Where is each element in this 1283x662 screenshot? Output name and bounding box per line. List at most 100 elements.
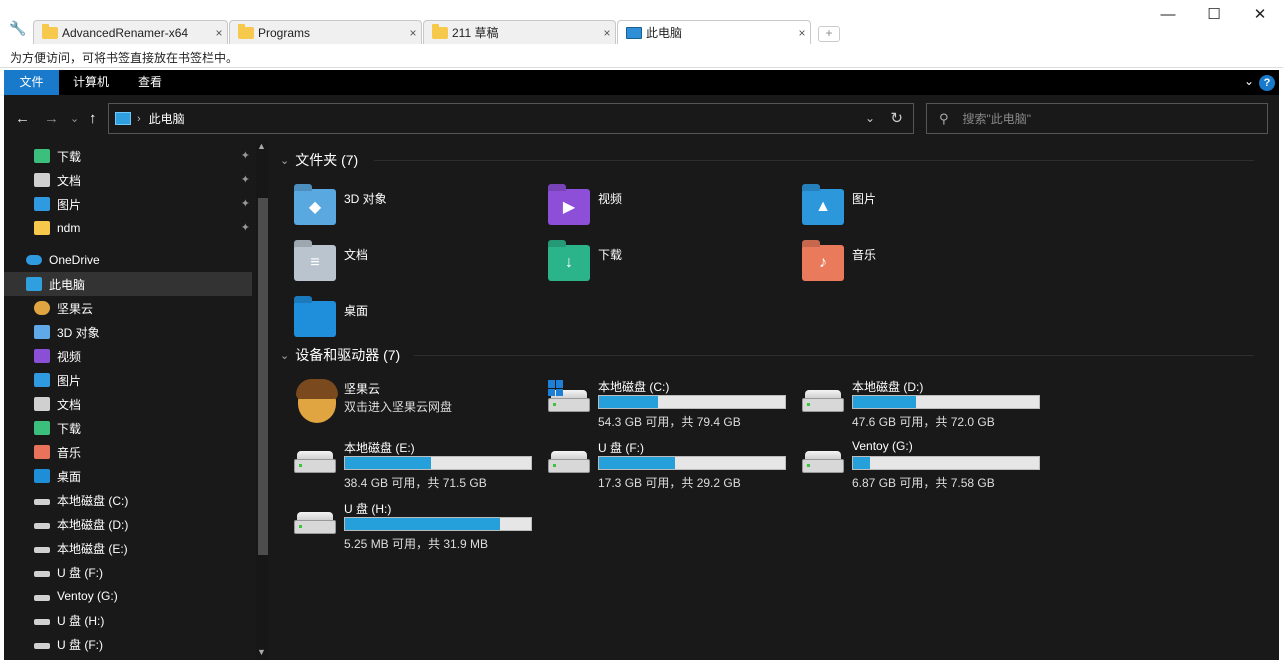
drive-tile[interactable]: U 盘 (F:) 17.3 GB 可用，共 29.2 GB (528, 436, 786, 492)
tab-close-icon[interactable]: × (211, 26, 227, 40)
scrollbar-thumb[interactable] (258, 198, 268, 555)
sidebar-item-label: 坚果云 (57, 301, 94, 316)
pin-icon[interactable]: ✦ (241, 149, 250, 162)
sidebar-item-pc-child[interactable]: 音乐 (4, 440, 252, 464)
sidebar-item-pc-child[interactable]: 本地磁盘 (E:) (4, 536, 252, 560)
sidebar-item-quick-access[interactable]: 文档 ✦ (4, 168, 252, 192)
folder-tile[interactable]: ▶ 视频 (528, 183, 768, 231)
sidebar-item-pc-child[interactable]: U 盘 (F:) (4, 560, 252, 584)
sidebar-item-onedrive[interactable]: OneDrive (4, 248, 252, 272)
search-input[interactable]: ⚲ 搜索"此电脑" (926, 103, 1268, 134)
sidebar-item-pc-child[interactable]: 3D 对象 (4, 320, 252, 344)
drive-tile[interactable]: 本地磁盘 (D:) 47.6 GB 可用，共 72.0 GB (782, 375, 1040, 431)
sidebar-item-pc-child[interactable]: 本地磁盘 (D:) (4, 512, 252, 536)
pin-icon[interactable]: ✦ (241, 197, 250, 210)
sidebar-item-quick-access[interactable]: 图片 ✦ (4, 192, 252, 216)
drive-name: 本地磁盘 (C:) (598, 380, 670, 394)
sidebar-item-pc-child[interactable]: 图片 (4, 368, 252, 392)
breadcrumb-this-pc[interactable]: 此电脑 (149, 110, 185, 127)
wrench-icon[interactable]: 🔧 (9, 20, 26, 36)
refresh-icon[interactable]: ↻ (890, 109, 903, 127)
recent-locations-button[interactable]: ⌄ (70, 112, 79, 125)
sidebar-item-pc-child[interactable]: 视频 (4, 344, 252, 368)
drive-icon (802, 390, 844, 412)
nutstore-item[interactable]: 坚果云 双击进入坚果云网盘 (274, 375, 526, 431)
drive-usage-bar (344, 456, 532, 470)
sidebar-item-pc-child[interactable]: 坚果云 (4, 296, 252, 320)
minimize-button[interactable]: — (1145, 3, 1191, 27)
folder-tile[interactable]: ▲ 图片 (782, 183, 1022, 231)
sidebar-item-label: 图片 (57, 373, 82, 388)
sidebar-item-quick-access[interactable]: 下载 ✦ (4, 144, 252, 168)
windows-logo-icon (548, 380, 564, 396)
download-icon (34, 149, 50, 163)
folder-tile[interactable]: ↓ 下载 (528, 239, 768, 287)
nut-cap (296, 379, 338, 399)
folders-group-header[interactable]: ⌄ 文件夹 (7) (280, 150, 358, 170)
expand-ribbon-icon[interactable]: ⌄ (1244, 74, 1254, 88)
drive-tile[interactable]: 本地磁盘 (C:) 54.3 GB 可用，共 79.4 GB (528, 375, 786, 431)
tab-advancedrenamer[interactable]: AdvancedRenamer-x64 × (33, 20, 228, 44)
drive-tile[interactable]: U 盘 (H:) 5.25 MB 可用，共 31.9 MB (274, 497, 532, 553)
drive-icon (294, 512, 336, 534)
sidebar-item-this-pc[interactable]: 此电脑 (4, 272, 252, 296)
pin-icon[interactable]: ✦ (241, 221, 250, 234)
up-button[interactable]: ↑ (89, 110, 97, 127)
drives-group-header[interactable]: ⌄ 设备和驱动器 (7) (280, 345, 400, 365)
folder-tile[interactable]: ≡ 文档 (274, 239, 514, 287)
sidebar-item-pc-child[interactable]: Ventoy (G:) (4, 584, 252, 608)
breadcrumb-separator[interactable]: › (137, 113, 141, 125)
tab-close-icon[interactable]: × (599, 26, 615, 40)
sidebar-item-pc-child[interactable]: 桌面 (4, 464, 252, 488)
sidebar-item-label: 本地磁盘 (C:) (57, 493, 129, 508)
help-icon[interactable]: ? (1259, 75, 1275, 91)
pin-icon[interactable]: ✦ (241, 173, 250, 186)
sidebar-item-pc-child[interactable]: 文档 (4, 392, 252, 416)
drive-icon (34, 571, 50, 577)
ribbon-tab-computer[interactable]: 计算机 (61, 70, 121, 95)
pictures-icon (34, 197, 50, 211)
document-icon (34, 173, 50, 187)
maximize-button[interactable]: ☐ (1191, 3, 1237, 27)
tab-close-icon[interactable]: × (405, 26, 421, 40)
sidebar-item-label: 下载 (57, 421, 82, 436)
forward-button[interactable]: → (44, 110, 59, 127)
folder-icon (34, 221, 50, 235)
sidebar-item-pc-child[interactable]: U 盘 (H:) (4, 608, 252, 632)
download-icon (34, 421, 50, 435)
folder-tile[interactable]: ♪ 音乐 (782, 239, 1022, 287)
ribbon-tab-view[interactable]: 查看 (125, 70, 175, 95)
tab-this-pc[interactable]: 此电脑 × (617, 20, 811, 44)
sidebar-item-quick-access[interactable]: ndm ✦ (4, 216, 252, 240)
3d-objects-icon (34, 325, 50, 339)
folder-tile[interactable]: ◆ 3D 对象 (274, 183, 514, 231)
tab-programs[interactable]: Programs × (229, 20, 422, 44)
sidebar-scrollbar[interactable]: ▲ ▼ (256, 141, 268, 660)
folder-label: 桌面 (344, 303, 369, 318)
folder-label: 视频 (598, 191, 623, 206)
address-dropdown-icon[interactable]: ⌄ (865, 111, 875, 125)
drive-icon (34, 523, 50, 529)
tab-label: AdvancedRenamer-x64 (62, 25, 189, 40)
drive-icon (34, 547, 50, 553)
sidebar-item-pc-child[interactable]: U 盘 (F:) (4, 632, 252, 656)
bookmark-hint: 为方便访问，可将书签直接放在书签栏中。 (10, 51, 239, 65)
scroll-up-icon[interactable]: ▲ (257, 141, 266, 151)
address-bar[interactable]: › 此电脑 ⌄ ↻ (108, 103, 914, 134)
drive-tile[interactable]: 本地磁盘 (E:) 38.4 GB 可用，共 71.5 GB (274, 436, 532, 492)
music-icon (34, 445, 50, 459)
tab-close-icon[interactable]: × (794, 26, 810, 40)
new-tab-button[interactable]: + (818, 26, 840, 42)
sidebar-item-pc-child[interactable]: 本地磁盘 (C:) (4, 488, 252, 512)
folder-tile[interactable]: 桌面 (274, 295, 514, 343)
sidebar-item-pc-child[interactable]: 下载 (4, 416, 252, 440)
sidebar-item-label: 3D 对象 (57, 325, 100, 340)
ribbon-tab-file[interactable]: 文件 (4, 70, 59, 95)
scroll-down-icon[interactable]: ▼ (257, 647, 266, 657)
tab-211-draft[interactable]: 211 草稿 × (423, 20, 616, 44)
back-button[interactable]: ← (15, 110, 30, 127)
close-window-button[interactable]: ✕ (1237, 3, 1283, 27)
drive-name: 本地磁盘 (D:) (852, 380, 924, 394)
drive-tile[interactable]: Ventoy (G:) 6.87 GB 可用，共 7.58 GB (782, 436, 1040, 492)
computer-icon (626, 26, 642, 39)
